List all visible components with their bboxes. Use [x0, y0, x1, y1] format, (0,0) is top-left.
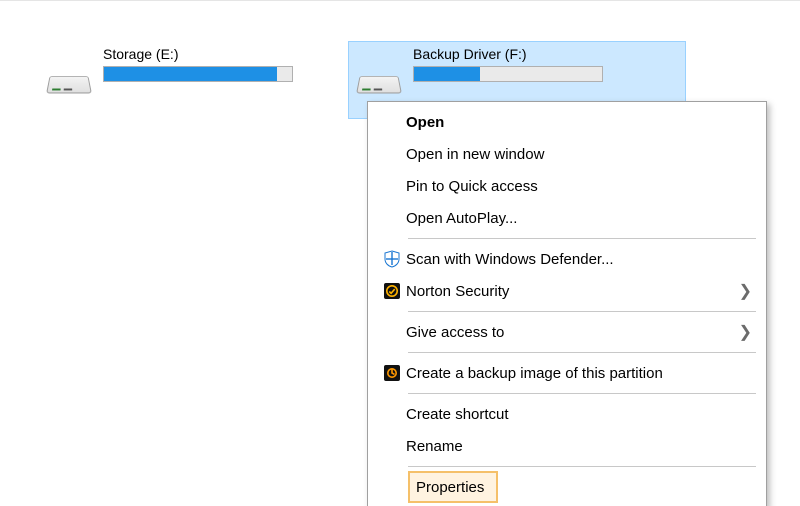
- menu-label: Create a backup image of this partition: [406, 365, 752, 382]
- menu-label: Create shortcut: [406, 406, 752, 423]
- capacity-bar: [413, 66, 603, 82]
- menu-label: Open: [406, 114, 752, 131]
- menu-open-new-window[interactable]: Open in new window: [368, 138, 766, 170]
- menu-separator: [408, 238, 756, 239]
- defender-shield-icon: [378, 249, 406, 269]
- norton-icon: [378, 281, 406, 301]
- submenu-arrow-icon: ❯: [739, 281, 752, 301]
- menu-create-backup-image[interactable]: Create a backup image of this partition: [368, 357, 766, 389]
- submenu-arrow-icon: ❯: [739, 322, 752, 342]
- menu-pin-quick-access[interactable]: Pin to Quick access: [368, 170, 766, 202]
- capacity-bar: [103, 66, 293, 82]
- menu-separator: [408, 311, 756, 312]
- menu-label: Scan with Windows Defender...: [406, 251, 752, 268]
- blank-icon: [378, 404, 406, 424]
- menu-label: Give access to: [406, 324, 739, 341]
- menu-label: Open AutoPlay...: [406, 210, 752, 227]
- menu-rename[interactable]: Rename: [368, 430, 766, 462]
- capacity-fill: [414, 67, 480, 81]
- blank-icon: [378, 144, 406, 164]
- menu-norton-security[interactable]: Norton Security ❯: [368, 275, 766, 307]
- drive-label: Backup Driver (F:): [413, 46, 603, 62]
- menu-create-shortcut[interactable]: Create shortcut: [368, 398, 766, 430]
- menu-open-autoplay[interactable]: Open AutoPlay...: [368, 202, 766, 234]
- menu-label: Rename: [406, 438, 752, 455]
- backup-icon: [378, 363, 406, 383]
- blank-icon: [378, 322, 406, 342]
- blank-icon: [378, 208, 406, 228]
- drive-storage-e[interactable]: Storage (E:): [38, 41, 300, 119]
- drive-subtext: [413, 86, 603, 100]
- hard-drive-icon: [45, 62, 93, 110]
- menu-label: Properties: [416, 479, 484, 496]
- menu-separator: [408, 393, 756, 394]
- menu-properties[interactable]: Properties: [408, 471, 498, 503]
- blank-icon: [378, 112, 406, 132]
- menu-open[interactable]: Open: [368, 106, 766, 138]
- menu-label: Pin to Quick access: [406, 178, 752, 195]
- drive-subtext: [103, 86, 293, 100]
- menu-separator: [408, 466, 756, 467]
- blank-icon: [378, 176, 406, 196]
- menu-windows-defender-scan[interactable]: Scan with Windows Defender...: [368, 243, 766, 275]
- blank-icon: [378, 436, 406, 456]
- menu-label: Norton Security: [406, 283, 739, 300]
- menu-separator: [408, 352, 756, 353]
- menu-give-access-to[interactable]: Give access to ❯: [368, 316, 766, 348]
- explorer-pane[interactable]: Storage (E:) Backup Driver (F:) Open Ope…: [0, 0, 800, 506]
- capacity-fill: [104, 67, 277, 81]
- drive-context-menu: Open Open in new window Pin to Quick acc…: [367, 101, 767, 506]
- menu-label: Open in new window: [406, 146, 752, 163]
- drive-label: Storage (E:): [103, 46, 293, 62]
